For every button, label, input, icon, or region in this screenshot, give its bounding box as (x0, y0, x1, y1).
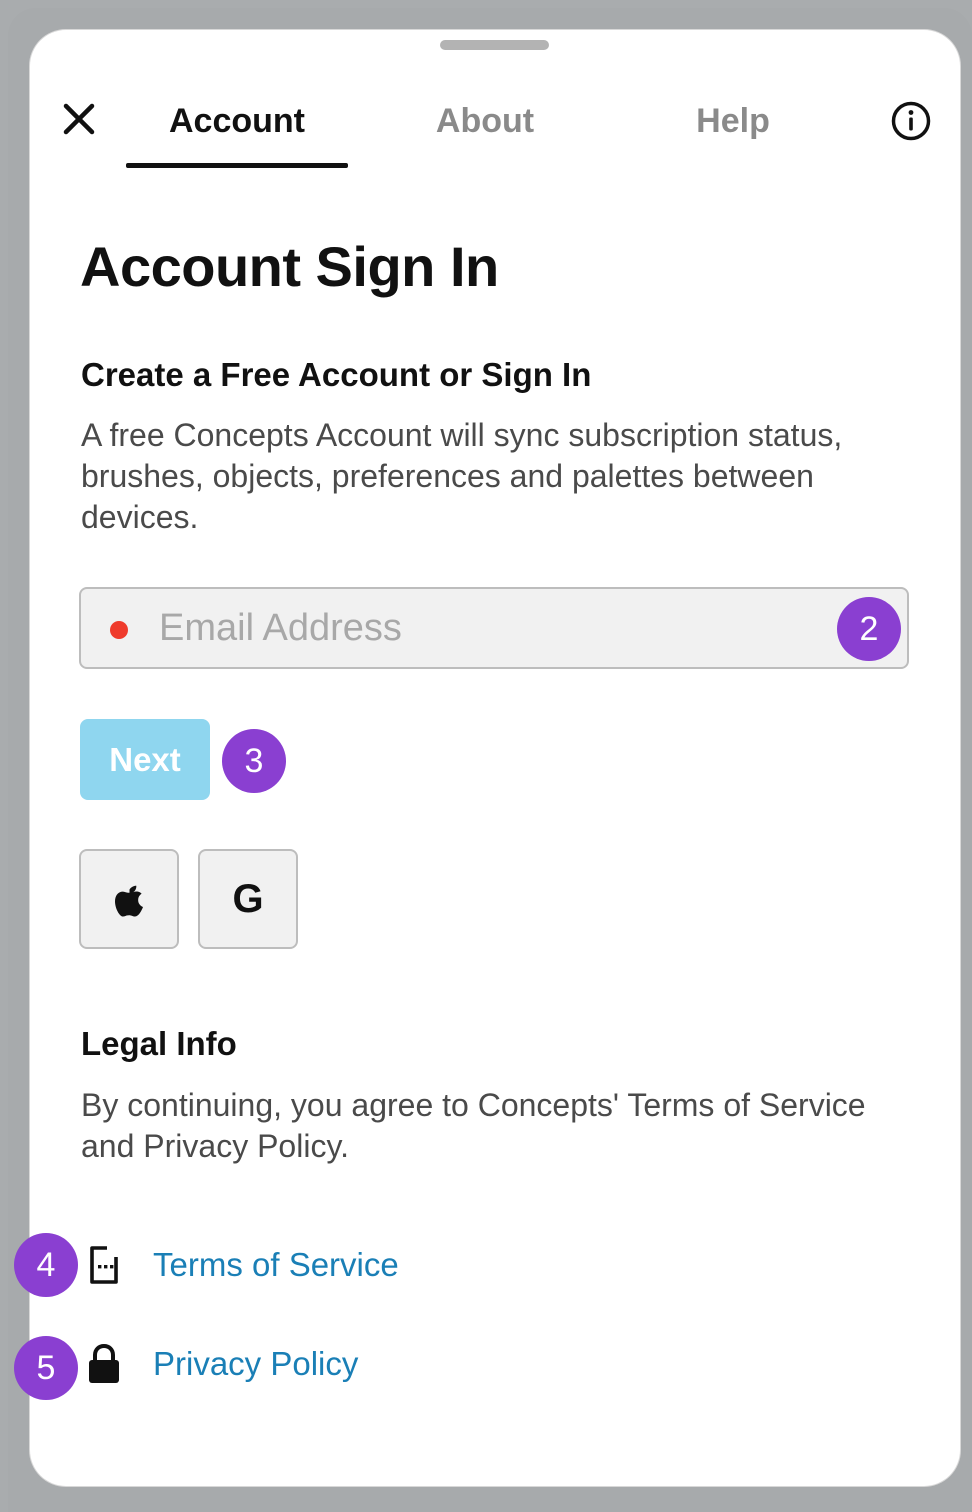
google-icon: G (232, 876, 264, 921)
required-indicator (110, 621, 128, 639)
info-button[interactable] (888, 98, 934, 144)
tab-help[interactable]: Help (650, 96, 816, 146)
close-icon (63, 103, 95, 135)
terms-of-service-link[interactable]: Terms of Service (84, 1235, 399, 1295)
email-input[interactable] (159, 597, 819, 659)
document-icon (84, 1243, 124, 1287)
info-icon (891, 101, 931, 141)
annotation-badge-3: 3 (222, 729, 286, 793)
apple-icon (115, 885, 143, 917)
tab-about[interactable]: About (384, 96, 586, 146)
legal-heading: Legal Info (81, 1025, 237, 1062)
google-sign-in-button[interactable]: G (198, 849, 298, 949)
signin-description: A free Concepts Account will sync subscr… (81, 417, 843, 535)
sheet-grabber-handle[interactable] (440, 40, 549, 50)
legal-description: By continuing, you agree to Concepts' Te… (81, 1087, 866, 1164)
close-button[interactable] (56, 96, 102, 142)
annotation-badge-2: 2 (837, 597, 901, 661)
next-button[interactable]: Next (80, 719, 210, 800)
privacy-policy-label[interactable]: Privacy Policy (153, 1345, 358, 1383)
page-title: Account Sign In (80, 235, 499, 298)
email-field[interactable] (79, 587, 909, 669)
annotation-badge-4: 4 (14, 1233, 78, 1297)
signin-heading: Create a Free Account or Sign In (81, 356, 592, 393)
tab-account[interactable]: Account (126, 96, 348, 146)
active-tab-indicator (126, 163, 348, 168)
privacy-policy-link[interactable]: Privacy Policy (84, 1334, 358, 1394)
apple-sign-in-button[interactable] (79, 849, 179, 949)
annotation-badge-5: 5 (14, 1336, 78, 1400)
lock-icon (84, 1342, 124, 1386)
terms-of-service-label[interactable]: Terms of Service (153, 1246, 399, 1284)
